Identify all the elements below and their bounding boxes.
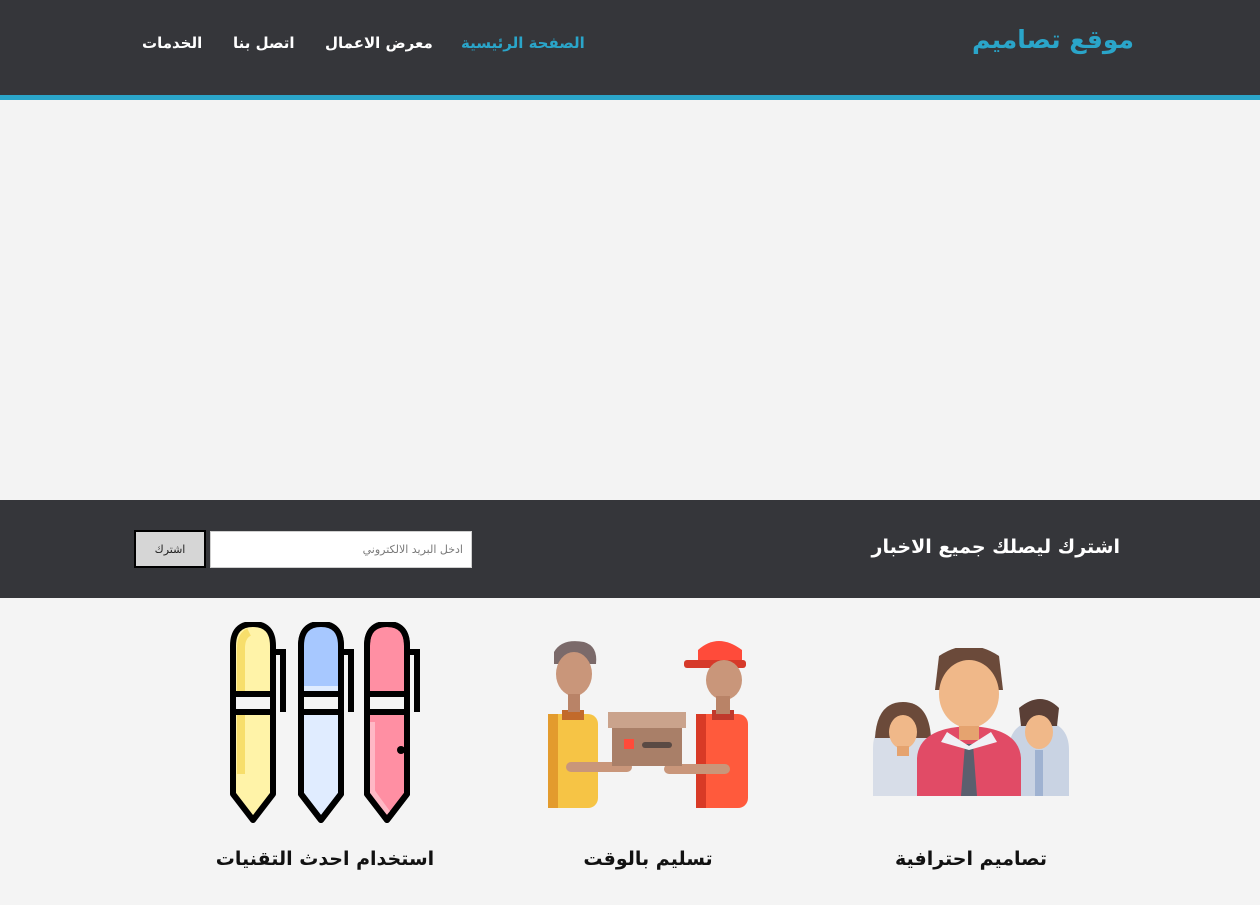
- subscribe-title: اشترك ليصلك جميع الاخبار: [871, 536, 1120, 558]
- features-section: تصاميم احترافية تسليم بالوقت استخدام احد…: [0, 598, 1260, 905]
- feature-title: استخدام احدث التقنيات: [215, 848, 435, 870]
- email-input[interactable]: [210, 531, 472, 568]
- feature-title: تسليم بالوقت: [583, 848, 713, 870]
- main-nav: الصفحة الرئيسية معرض الاعمال اتصل بنا ال…: [0, 34, 1260, 58]
- feature-professional-designs: تصاميم احترافية: [821, 598, 1121, 905]
- feature-latest-technologies: استخدام احدث التقنيات: [175, 598, 475, 905]
- subscribe-button[interactable]: اشترك: [134, 530, 206, 568]
- site-header: موقع تصاميم الصفحة الرئيسية معرض الاعمال…: [0, 0, 1260, 100]
- pens-icon: [230, 622, 420, 823]
- delivery-package-icon: [548, 641, 748, 808]
- nav-services-link[interactable]: الخدمات: [142, 34, 202, 52]
- nav-home-link[interactable]: الصفحة الرئيسية: [461, 34, 585, 52]
- feature-title: تصاميم احترافية: [894, 848, 1048, 870]
- nav-contact-link[interactable]: اتصل بنا: [233, 34, 295, 52]
- team-people-icon: [873, 648, 1069, 796]
- subscribe-section: اشترك ليصلك جميع الاخبار اشترك: [0, 500, 1260, 598]
- hero-banner: [0, 100, 1260, 500]
- nav-portfolio-link[interactable]: معرض الاعمال: [325, 34, 433, 52]
- feature-on-time-delivery: تسليم بالوقت: [498, 598, 798, 905]
